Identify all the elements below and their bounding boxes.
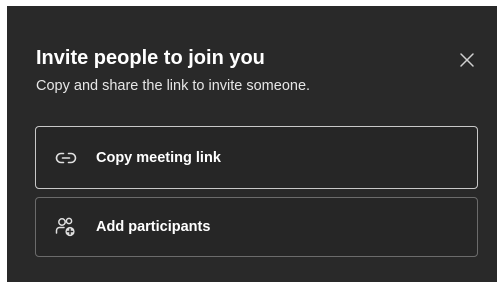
copy-meeting-link-button[interactable]: Copy meeting link <box>35 126 478 189</box>
add-participants-label: Add participants <box>96 219 211 235</box>
close-icon <box>460 53 474 67</box>
link-icon <box>55 147 77 169</box>
dialog-title: Invite people to join you <box>36 47 265 69</box>
close-button[interactable] <box>454 47 480 73</box>
add-participants-button[interactable]: Add participants <box>35 197 478 257</box>
invite-dialog: Invite people to join you Copy and share… <box>7 6 497 282</box>
dialog-subtitle: Copy and share the link to invite someon… <box>36 78 311 94</box>
add-people-icon <box>55 216 77 238</box>
copy-meeting-link-label: Copy meeting link <box>96 149 221 166</box>
